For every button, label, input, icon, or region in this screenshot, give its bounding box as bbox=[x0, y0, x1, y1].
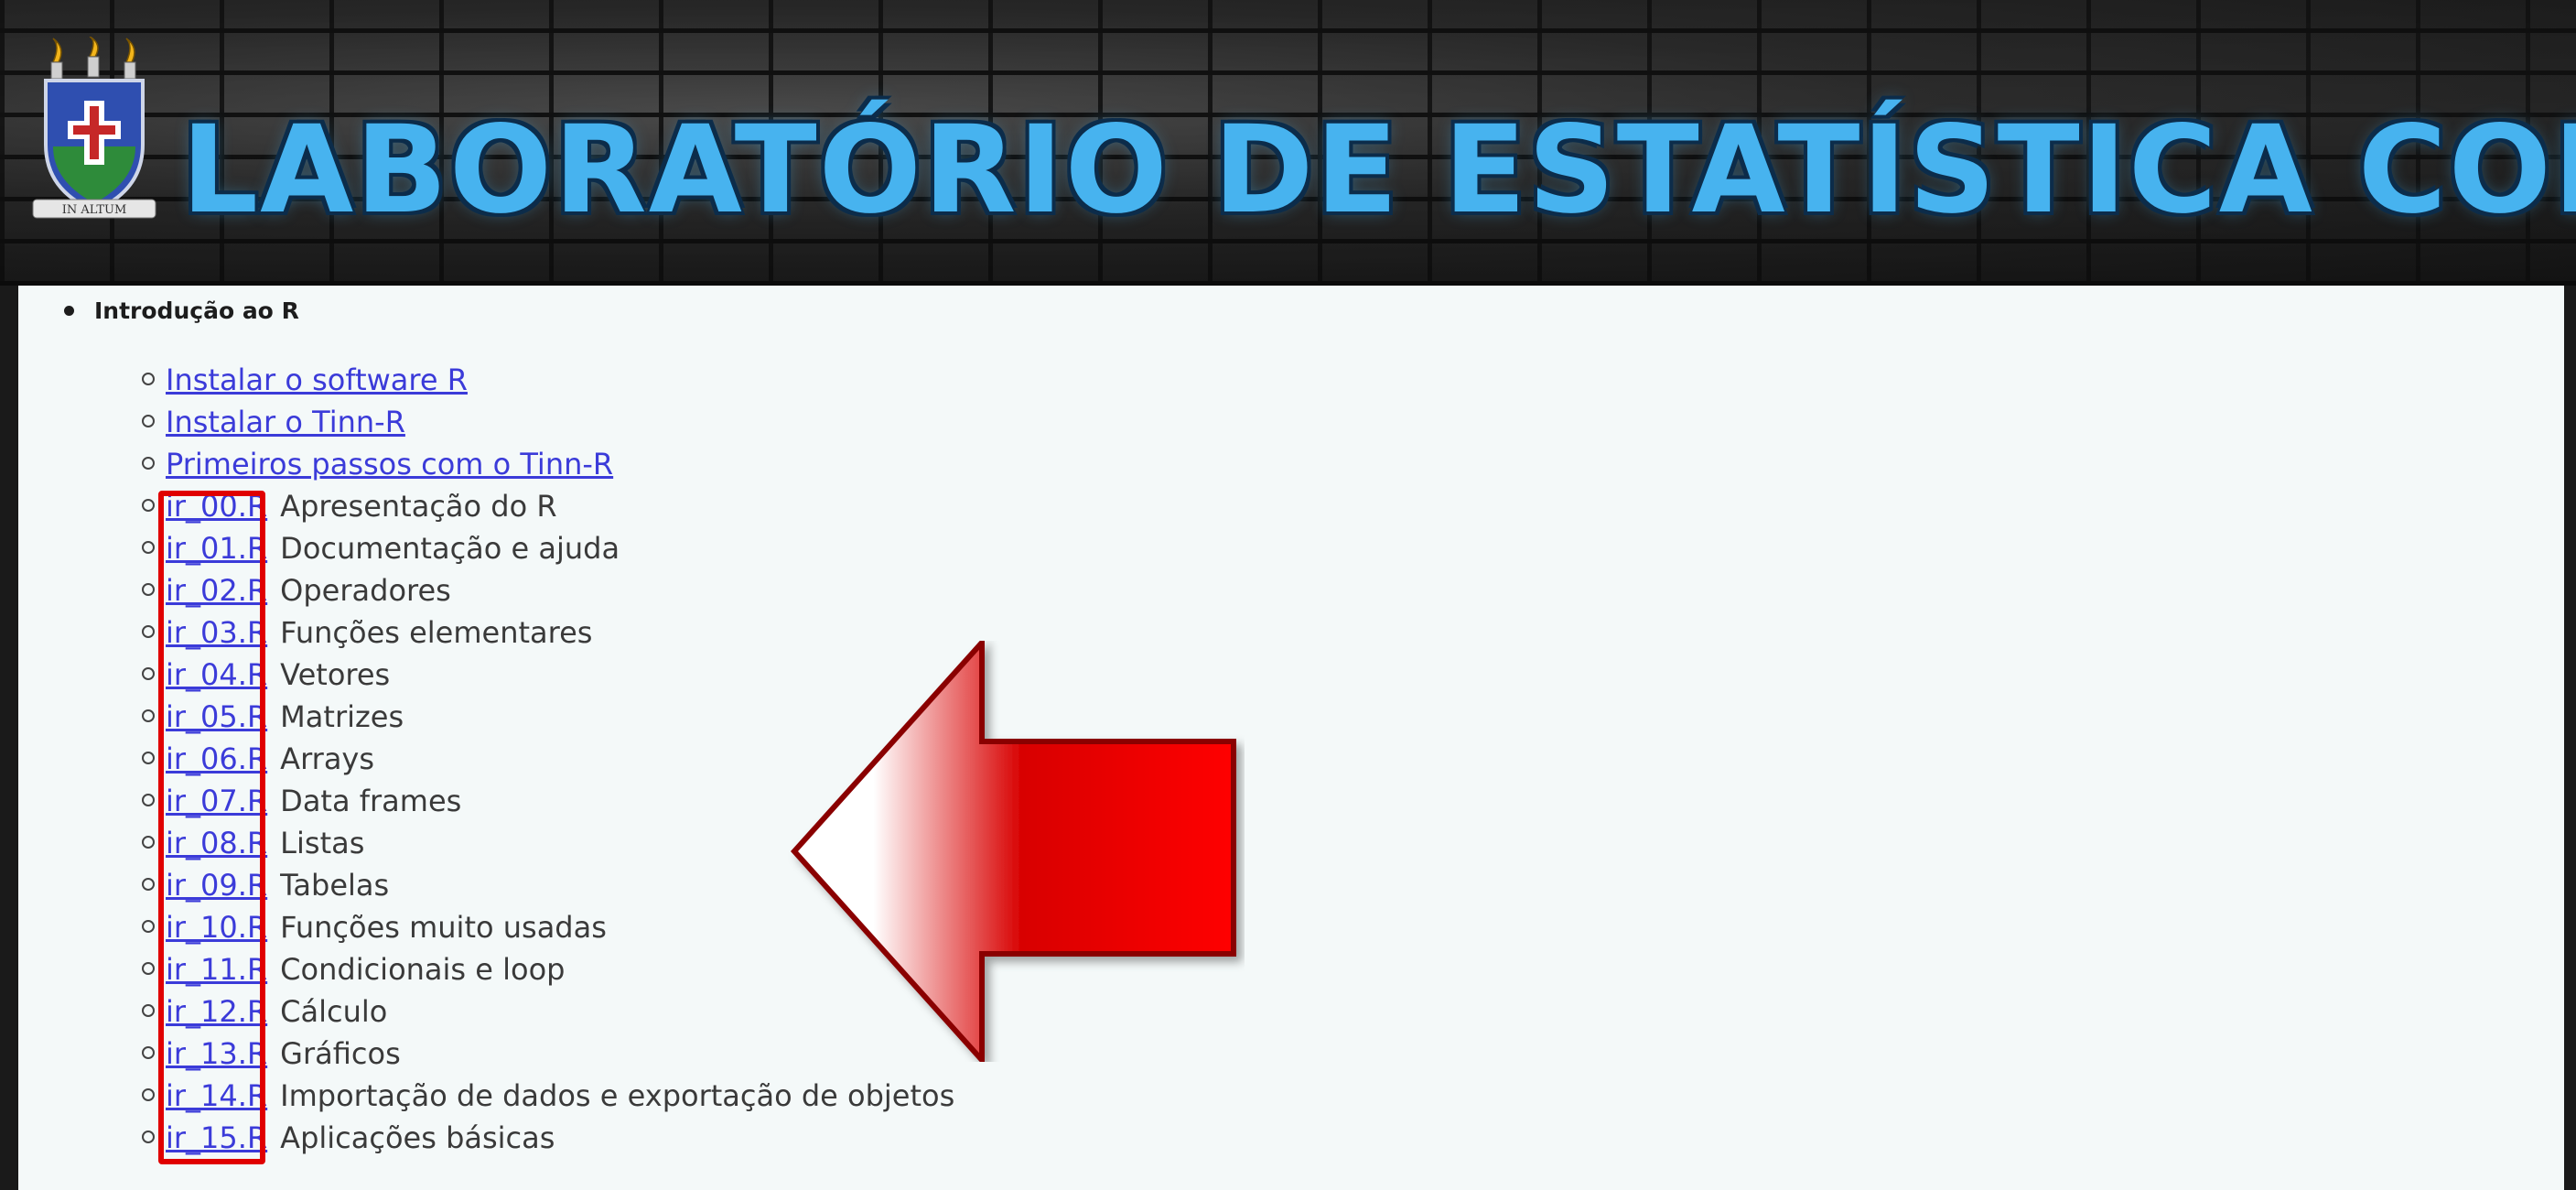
list-item: ir_15.R Aplicações básicas bbox=[142, 1117, 954, 1159]
list-item: Instalar o software R bbox=[142, 359, 954, 401]
circle-bullet-icon bbox=[142, 836, 155, 849]
circle-bullet-icon bbox=[142, 752, 155, 764]
file-link-ir-00[interactable]: ir_00.R bbox=[166, 489, 267, 524]
file-link-ir-03[interactable]: ir_03.R bbox=[166, 615, 267, 650]
file-link-ir-15[interactable]: ir_15.R bbox=[166, 1120, 267, 1155]
list-item: ir_12.R Cálculo bbox=[142, 990, 954, 1033]
file-link-ir-04[interactable]: ir_04.R bbox=[166, 657, 267, 692]
list-item: ir_03.R Funções elementares bbox=[142, 611, 954, 654]
link-install-tinn-r[interactable]: Instalar o Tinn-R bbox=[166, 405, 405, 439]
list-item: ir_14.R Importação de dados e exportação … bbox=[142, 1075, 954, 1117]
list-item: ir_02.R Operadores bbox=[142, 569, 954, 611]
circle-bullet-icon bbox=[142, 794, 155, 806]
list-item: Instalar o Tinn-R bbox=[142, 401, 954, 443]
file-link-ir-10[interactable]: ir_10.R bbox=[166, 910, 267, 945]
university-shield-icon: IN ALTUM bbox=[32, 37, 156, 219]
circle-bullet-icon bbox=[142, 583, 155, 596]
file-description: Arrays bbox=[280, 741, 375, 776]
section-title: Introdução ao R bbox=[94, 298, 299, 324]
circle-bullet-icon bbox=[142, 415, 155, 427]
list-item: ir_01.R Documentação e ajuda bbox=[142, 527, 954, 569]
list-item: Primeiros passos com o Tinn-R bbox=[142, 443, 954, 485]
banner-title: LABORATÓRIO DE ESTATÍSTICA COMPUTACION bbox=[181, 100, 2576, 241]
file-description: Apresentação do R bbox=[280, 489, 557, 524]
circle-bullet-icon bbox=[142, 499, 155, 512]
file-description: Operadores bbox=[280, 573, 451, 608]
file-link-ir-02[interactable]: ir_02.R bbox=[166, 573, 267, 608]
list-item: ir_09.R Tabelas bbox=[142, 864, 954, 906]
circle-bullet-icon bbox=[142, 1004, 155, 1017]
file-description: Funções muito usadas bbox=[280, 910, 607, 945]
circle-bullet-icon bbox=[142, 667, 155, 680]
logo-motto: IN ALTUM bbox=[62, 203, 127, 217]
bullet-dot bbox=[64, 305, 74, 316]
file-link-ir-12[interactable]: ir_12.R bbox=[166, 994, 267, 1029]
file-description: Documentação e ajuda bbox=[280, 531, 620, 566]
circle-bullet-icon bbox=[142, 457, 155, 470]
list-item: ir_00.R Apresentação do R bbox=[142, 485, 954, 527]
file-description: Condicionais e loop bbox=[280, 952, 566, 987]
list-item: ir_07.R Data frames bbox=[142, 780, 954, 822]
list-item: ir_13.R Gráficos bbox=[142, 1033, 954, 1075]
file-link-ir-01[interactable]: ir_01.R bbox=[166, 531, 267, 566]
file-description: Gráficos bbox=[280, 1036, 401, 1071]
content-panel: Introdução ao R Instalar o software R In… bbox=[18, 286, 2564, 1190]
file-link-ir-14[interactable]: ir_14.R bbox=[166, 1078, 267, 1113]
file-link-ir-08[interactable]: ir_08.R bbox=[166, 826, 267, 860]
circle-bullet-icon bbox=[142, 709, 155, 722]
section-item: Introdução ao R bbox=[64, 293, 299, 330]
list-item: ir_05.R Matrizes bbox=[142, 696, 954, 738]
file-description: Importação de dados e exportação de obje… bbox=[280, 1078, 955, 1113]
circle-bullet-icon bbox=[142, 541, 155, 554]
file-description: Matrizes bbox=[280, 699, 404, 734]
link-install-r[interactable]: Instalar o software R bbox=[166, 362, 468, 397]
file-link-ir-09[interactable]: ir_09.R bbox=[166, 868, 267, 903]
list-item: ir_08.R Listas bbox=[142, 822, 954, 864]
circle-bullet-icon bbox=[142, 1046, 155, 1059]
circle-bullet-icon bbox=[142, 625, 155, 638]
file-description: Tabelas bbox=[280, 868, 390, 903]
file-description: Listas bbox=[280, 826, 365, 860]
file-link-ir-05[interactable]: ir_05.R bbox=[166, 699, 267, 734]
file-description: Aplicações básicas bbox=[280, 1120, 555, 1155]
site-header: IN ALTUM LABORATÓRIO DE ESTATÍSTICA COMP… bbox=[0, 0, 2576, 286]
file-description: Vetores bbox=[280, 657, 391, 692]
file-link-ir-07[interactable]: ir_07.R bbox=[166, 784, 267, 818]
file-link-ir-06[interactable]: ir_06.R bbox=[166, 741, 267, 776]
circle-bullet-icon bbox=[142, 373, 155, 385]
circle-bullet-icon bbox=[142, 962, 155, 975]
file-link-ir-13[interactable]: ir_13.R bbox=[166, 1036, 267, 1071]
file-link-ir-11[interactable]: ir_11.R bbox=[166, 952, 267, 987]
file-description: Data frames bbox=[280, 784, 462, 818]
list-item: ir_04.R Vetores bbox=[142, 654, 954, 696]
circle-bullet-icon bbox=[142, 1088, 155, 1101]
circle-bullet-icon bbox=[142, 1130, 155, 1143]
file-description: Cálculo bbox=[280, 994, 388, 1029]
circle-bullet-icon bbox=[142, 920, 155, 933]
circle-bullet-icon bbox=[142, 878, 155, 891]
list-item: ir_10.R Funções muito usadas bbox=[142, 906, 954, 948]
link-first-steps-tinn-r[interactable]: Primeiros passos com o Tinn-R bbox=[166, 447, 613, 481]
list-item: ir_11.R Condicionais e loop bbox=[142, 948, 954, 990]
topic-list: Instalar o software R Instalar o Tinn-R … bbox=[142, 359, 954, 1159]
file-description: Funções elementares bbox=[280, 615, 593, 650]
list-item: ir_06.R Arrays bbox=[142, 738, 954, 780]
